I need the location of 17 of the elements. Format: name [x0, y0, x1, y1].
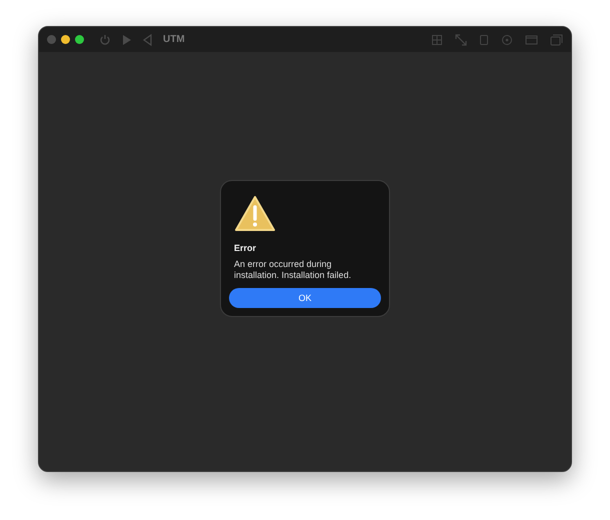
power-icon[interactable]	[99, 34, 111, 46]
dialog-message: An error occurred during installation. Installation failed.	[234, 258, 352, 280]
windows-icon[interactable]	[550, 34, 563, 46]
back-icon[interactable]	[142, 34, 153, 46]
zoom-button[interactable]	[75, 35, 84, 44]
dialog-title: Error	[234, 242, 256, 253]
disc-icon[interactable]	[501, 34, 513, 46]
window-icon[interactable]	[525, 34, 538, 46]
drive-icon[interactable]	[479, 34, 489, 46]
minimize-button[interactable]	[61, 35, 70, 44]
resize-icon[interactable]	[455, 34, 467, 46]
warning-icon	[234, 194, 276, 233]
ok-button[interactable]: OK	[229, 288, 381, 308]
play-icon[interactable]	[121, 34, 132, 46]
grid-icon[interactable]	[431, 34, 443, 46]
window-title: UTM	[163, 34, 185, 45]
close-button[interactable]	[47, 35, 56, 44]
